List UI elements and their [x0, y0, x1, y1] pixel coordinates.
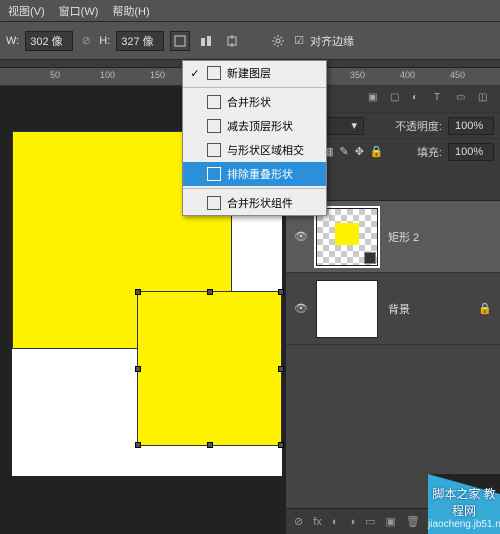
menu-separator — [183, 188, 326, 189]
menu-subtract[interactable]: 减去顶层形状 — [183, 114, 326, 138]
yellow-rect-2[interactable] — [137, 291, 282, 446]
exclude-icon — [207, 167, 221, 181]
type-filter-icon[interactable]: T — [434, 92, 448, 106]
ruler-tick: 450 — [450, 70, 465, 80]
merge-icon — [207, 196, 221, 210]
transform-handle[interactable] — [135, 289, 141, 295]
w-label: W: — [6, 35, 19, 47]
menu-label: 新建图层 — [227, 65, 271, 81]
menu-exclude[interactable]: 排除重叠形状 — [183, 162, 326, 186]
transform-handle[interactable] — [278, 289, 284, 295]
layer-row[interactable]: 👁 背景 🔒 — [286, 273, 500, 345]
new-layer-icon[interactable]: ▣ — [386, 515, 396, 528]
combine-icon — [207, 95, 221, 109]
layer-thumbnail[interactable] — [316, 280, 378, 338]
lock-all-icon[interactable]: 🔒 — [370, 145, 384, 158]
fx-button[interactable]: fx — [313, 516, 322, 528]
fill-input[interactable]: 100% — [448, 143, 494, 161]
options-bar: W: 302 像 ⊘ H: 327 像 ☑ 对齐边缘 — [0, 22, 500, 60]
menu-window[interactable]: 窗口(W) — [59, 3, 99, 19]
arrange-button[interactable] — [222, 31, 242, 51]
ruler-tick: 150 — [150, 70, 165, 80]
layer-thumbnail[interactable] — [316, 208, 378, 266]
opacity-label: 不透明度: — [395, 118, 442, 134]
path-ops-button[interactable] — [170, 31, 190, 51]
mask-icon[interactable]: ◐ — [332, 516, 339, 528]
menu-label: 与形状区域相交 — [227, 142, 304, 158]
menu-label: 减去顶层形状 — [227, 118, 293, 134]
ruler-tick: 400 — [400, 70, 415, 80]
menu-merge[interactable]: 合并形状组件 — [183, 191, 326, 215]
menu-new-layer[interactable]: ✓ 新建图层 — [183, 61, 326, 85]
transform-handle[interactable] — [135, 366, 141, 372]
transform-handle[interactable] — [278, 442, 284, 448]
shape-badge-icon — [364, 252, 376, 264]
fill-label: 填充: — [417, 144, 442, 160]
transform-handle[interactable] — [207, 289, 213, 295]
menu-combine[interactable]: 合并形状 — [183, 90, 326, 114]
ruler-tick: 100 — [100, 70, 115, 80]
link-icon[interactable]: ⊘ — [79, 34, 93, 48]
menu-label: 合并形状 — [227, 94, 271, 110]
layer-name[interactable]: 背景 — [388, 301, 410, 317]
visibility-icon[interactable]: 👁 — [286, 302, 316, 315]
gear-icon[interactable] — [268, 31, 288, 51]
height-input[interactable]: 327 像 — [116, 31, 164, 51]
intersect-icon — [207, 143, 221, 157]
check-icon: ✓ — [189, 67, 201, 80]
visibility-icon[interactable]: 👁 — [286, 230, 316, 243]
square-icon — [207, 66, 221, 80]
chevron-down-icon: ▾ — [351, 119, 357, 132]
menu-view[interactable]: 视图(V) — [8, 3, 45, 19]
transform-handle[interactable] — [135, 442, 141, 448]
checkbox-icon[interactable]: ☑ — [294, 34, 304, 47]
subtract-icon — [207, 119, 221, 133]
ruler-tick: 350 — [350, 70, 365, 80]
transform-handle[interactable] — [207, 442, 213, 448]
opacity-input[interactable]: 100% — [448, 117, 494, 135]
width-input[interactable]: 302 像 — [25, 31, 73, 51]
menu-intersect[interactable]: 与形状区域相交 — [183, 138, 326, 162]
menu-label: 排除重叠形状 — [227, 166, 293, 182]
h-label: H: — [99, 35, 110, 47]
trash-icon[interactable]: 🗑 — [406, 515, 420, 528]
menu-bar: 视图(V) 窗口(W) 帮助(H) — [0, 0, 500, 22]
new-fill-icon[interactable]: ◑ — [348, 516, 355, 528]
link-layers-icon[interactable]: ⊘ — [294, 515, 303, 528]
watermark-text: 脚本之家 教程网 jiaocheng.jb51.net — [428, 485, 500, 530]
layers-list: 👁 矩形 2 👁 背景 🔒 — [286, 201, 500, 421]
transform-handle[interactable] — [278, 366, 284, 372]
path-operations-menu: ✓ 新建图层 合并形状 减去顶层形状 与形状区域相交 排除重叠形状 合并形状组件 — [182, 60, 327, 216]
image-filter-icon[interactable]: ▢ — [390, 92, 404, 106]
align-edges-label: 对齐边缘 — [310, 33, 354, 49]
menu-help[interactable]: 帮助(H) — [112, 3, 149, 19]
smart-filter-icon[interactable]: ◫ — [478, 92, 492, 106]
align-button[interactable] — [196, 31, 216, 51]
layer-name[interactable]: 矩形 2 — [388, 229, 419, 245]
watermark: 脚本之家 教程网 jiaocheng.jb51.net — [428, 474, 500, 534]
menu-label: 合并形状组件 — [227, 195, 293, 211]
filter-icon[interactable]: ▣ — [368, 92, 382, 106]
lock-icon: 🔒 — [478, 302, 492, 315]
shape-filter-icon[interactable]: ▭ — [456, 92, 470, 106]
ruler-tick: 50 — [50, 70, 60, 80]
adjust-filter-icon[interactable]: ◐ — [412, 92, 426, 106]
new-group-icon[interactable]: ▭ — [365, 515, 375, 528]
lock-move-icon[interactable]: ✥ — [355, 145, 364, 158]
menu-separator — [183, 87, 326, 88]
thumb-shape — [335, 223, 359, 245]
lock-brush-icon[interactable]: ✎ — [339, 145, 348, 158]
